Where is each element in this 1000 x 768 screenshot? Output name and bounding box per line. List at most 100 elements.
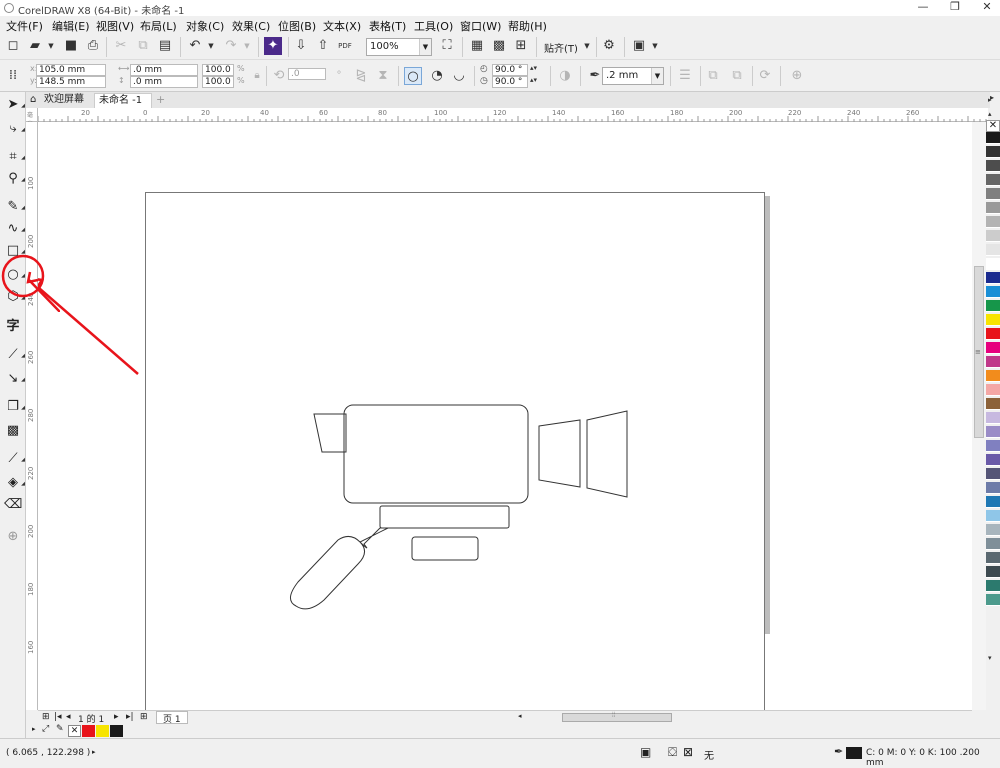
end-angle-field[interactable]: 90.0 °	[492, 76, 528, 88]
to-front-icon[interactable]: ⧉	[704, 67, 722, 85]
parallel-dimension-tool-icon[interactable]: ⟋ ◢	[4, 346, 25, 364]
palette-swatch[interactable]	[986, 412, 1000, 424]
camera-lens-inner-shape[interactable]	[538, 419, 581, 488]
camera-viewfinder-shape[interactable]	[313, 413, 347, 453]
palette-swatch[interactable]	[986, 440, 1000, 452]
drawing-canvas[interactable]	[38, 122, 972, 710]
palette-swatch[interactable]	[986, 258, 1000, 270]
palette-swatch[interactable]	[986, 426, 1000, 438]
menu-file[interactable]: 文件(F)	[6, 18, 43, 34]
palette-swatch[interactable]	[986, 370, 1000, 382]
palette-swatch[interactable]	[986, 356, 1000, 368]
eyedropper-tool-icon[interactable]: ⟋ ◢	[4, 450, 25, 468]
palette-swatch[interactable]	[986, 314, 1000, 326]
shape-tool-icon[interactable]: ⤷ ◢	[4, 120, 25, 138]
palette-swatch[interactable]	[986, 538, 1000, 550]
zoom-tool-icon[interactable]: ⚲ ◢	[4, 170, 25, 188]
pointer-tool-icon[interactable]: ➤ ◢	[4, 96, 25, 114]
redo-dropdown-icon[interactable]: ▼	[238, 37, 256, 55]
palette-swatch[interactable]	[986, 482, 1000, 494]
palette-swatch[interactable]	[986, 398, 1000, 410]
palette-swatch[interactable]	[986, 146, 1000, 158]
page-nav-add-before-icon[interactable]: ⊞	[42, 712, 50, 722]
snap-to-menu[interactable]: 贴齐(T)	[544, 40, 578, 55]
launcher-dropdown-icon[interactable]: ▼	[646, 37, 664, 55]
transparency-tool-icon[interactable]: ▩	[4, 422, 22, 440]
width-field[interactable]: .0 mm	[130, 64, 198, 76]
full-screen-icon[interactable]: ⛶	[438, 37, 456, 55]
add-tool-icon[interactable]: ⊕	[4, 528, 22, 546]
to-back-icon[interactable]: ⧉	[728, 67, 746, 85]
convert-curves-icon[interactable]: ⟳	[756, 67, 774, 85]
crop-tool-icon[interactable]: ⌗ ◢	[4, 148, 25, 166]
palette-swatch[interactable]	[986, 384, 1000, 396]
menu-layout[interactable]: 布局(L)	[140, 18, 177, 34]
paste-icon[interactable]: ▤	[156, 37, 174, 55]
minimize-button[interactable]: —	[910, 0, 936, 16]
ellipse-mode-icon[interactable]: ○	[404, 67, 422, 85]
save-icon[interactable]: ■	[62, 37, 80, 55]
text-tool-icon[interactable]: 字	[4, 318, 22, 336]
mirror-vertical-icon[interactable]: ⧗	[374, 67, 392, 85]
palette-swatch[interactable]	[986, 300, 1000, 312]
arc-direction-icon[interactable]: ◑	[556, 67, 574, 85]
new-tab-icon[interactable]: +	[156, 93, 165, 106]
horizontal-ruler[interactable]: 20 0 20 40 60 80 100 120 140 160 180 200…	[38, 108, 988, 122]
page-nav-last-icon[interactable]: ▸|	[126, 712, 134, 722]
smart-fill-tool-icon[interactable]: ⌫	[4, 496, 22, 514]
palette-swatch[interactable]	[986, 328, 1000, 340]
start-angle-spinner[interactable]: ▴▾	[530, 64, 537, 72]
doc-palette-edit-icon[interactable]: ✎	[56, 724, 64, 734]
quick-customize-icon[interactable]: ⊕	[788, 67, 806, 85]
object-origin-icon[interactable]: ⁞⁞	[4, 67, 22, 85]
page-nav-add-after-icon[interactable]: ⊞	[140, 712, 148, 722]
height-field[interactable]: .0 mm	[130, 76, 198, 88]
status-expand-icon[interactable]: ▸	[92, 748, 96, 756]
publish-pdf-icon[interactable]: PDF	[336, 37, 354, 55]
palette-swatch[interactable]	[986, 202, 1000, 214]
menu-edit[interactable]: 编辑(E)	[52, 18, 90, 34]
page-nav-first-icon[interactable]: |◂	[54, 712, 62, 722]
mirror-horizontal-icon[interactable]: ⧎	[352, 67, 370, 85]
palette-swatch[interactable]	[986, 454, 1000, 466]
palette-swatch[interactable]	[986, 230, 1000, 242]
show-guidelines-icon[interactable]: ⊞	[512, 37, 530, 55]
page-nav-prev-icon[interactable]: ◂	[66, 712, 71, 722]
text-wrap-icon[interactable]: ☰	[676, 67, 694, 85]
copy-icon[interactable]: ⧉	[134, 37, 152, 55]
zoom-level-combo[interactable]: 100% ▼	[366, 38, 432, 56]
export-icon[interactable]: ⇧	[314, 37, 332, 55]
camera-handle-shape[interactable]	[290, 527, 389, 610]
vertical-scrollbar[interactable]: ≡	[972, 122, 986, 710]
camera-base-plate-shape[interactable]	[411, 536, 479, 561]
scale-y-field[interactable]: 100.0	[202, 76, 234, 88]
palette-swatch[interactable]	[986, 524, 1000, 536]
menu-table[interactable]: 表格(T)	[369, 18, 406, 34]
drop-shadow-tool-icon[interactable]: ❐ ◢	[4, 398, 25, 416]
menu-window[interactable]: 窗口(W)	[460, 18, 501, 34]
page-nav-next-icon[interactable]: ▸	[114, 712, 119, 722]
palette-swatch[interactable]	[986, 342, 1000, 354]
search-content-icon[interactable]: ✦	[264, 37, 282, 55]
tab-untitled-1[interactable]: 未命名 -1	[94, 93, 152, 108]
snap-dropdown-icon[interactable]: ▼	[578, 37, 596, 55]
rotation-field[interactable]: .0	[288, 68, 326, 80]
outline-width-combo[interactable]: .2 mm ▼	[602, 67, 664, 85]
lock-ratio-icon[interactable]: 🔒︎	[248, 67, 266, 85]
palette-swatch[interactable]	[986, 286, 1000, 298]
horizontal-scroll-thumb[interactable]	[562, 713, 672, 722]
freehand-tool-icon[interactable]: ✎ ◢	[4, 198, 25, 216]
pie-mode-icon[interactable]: ◔	[428, 67, 446, 85]
arc-mode-icon[interactable]: ◡	[450, 67, 468, 85]
camera-lens-hood-shape[interactable]	[586, 410, 628, 498]
menu-tools[interactable]: 工具(O)	[414, 18, 453, 34]
show-rulers-icon[interactable]: ▦	[468, 37, 486, 55]
palette-swatch[interactable]	[986, 272, 1000, 284]
close-button[interactable]: ✕	[974, 0, 1000, 16]
restore-button[interactable]: ❐	[942, 0, 968, 16]
palette-scroll-up-icon[interactable]: ▸	[988, 96, 992, 104]
palette-swatch[interactable]	[986, 580, 1000, 592]
palette-swatch[interactable]	[986, 510, 1000, 522]
palette-swatch[interactable]	[986, 244, 1000, 256]
doc-palette-black[interactable]	[110, 725, 123, 737]
